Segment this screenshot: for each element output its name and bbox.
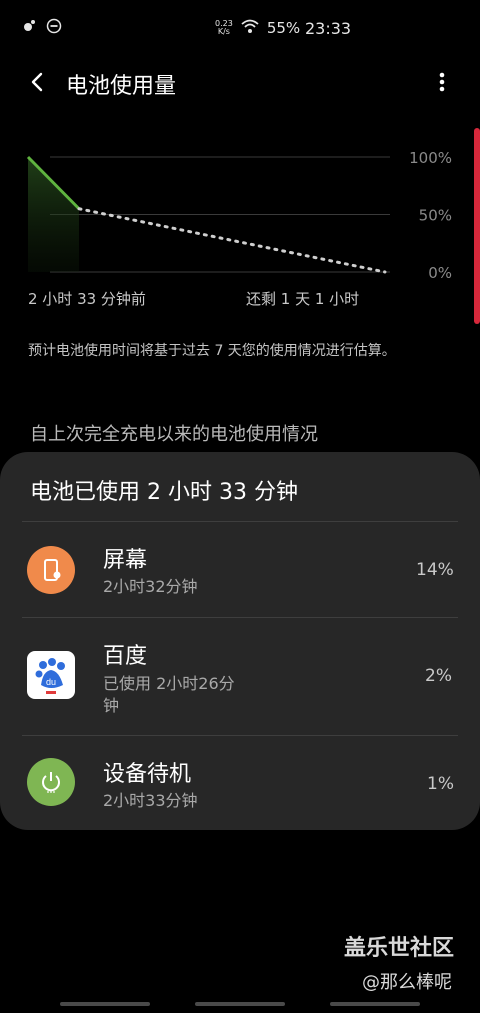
- chart-y-tick-label: 50%: [419, 207, 452, 225]
- chart-y-tick-label: 0%: [428, 264, 452, 282]
- app-bar: 电池使用量: [0, 58, 480, 106]
- baidu-icon: du: [27, 651, 75, 699]
- usage-item-baidu[interactable]: du 百度 已使用 2小时26分 钟 2%: [0, 618, 480, 735]
- power-icon: [27, 758, 75, 806]
- svg-text:du: du: [46, 677, 56, 687]
- usage-item-detail: 已使用 2小时26分 钟: [103, 674, 235, 715]
- battery-percent: 55%: [266, 19, 301, 37]
- usage-item-percent: 14%: [416, 560, 454, 580]
- battery-chart: 100% 50% 0%: [26, 149, 452, 282]
- status-right-icons: 0.23 K/s 55%: [215, 18, 300, 38]
- network-speed: 0.23 K/s: [215, 19, 233, 36]
- status-left-icons: [22, 18, 62, 38]
- watermark-title: 盖乐世社区: [344, 936, 455, 961]
- usage-item-detail: 2小时33分钟: [103, 791, 198, 810]
- nav-home-button[interactable]: [195, 1002, 285, 1006]
- usage-item-name: 屏幕: [103, 548, 148, 573]
- usage-item-standby[interactable]: 设备待机 2小时33分钟 1%: [0, 736, 480, 830]
- usage-item-name: 百度: [103, 644, 148, 669]
- chart-end-label: 还剩 1 天 1 小时: [246, 290, 360, 308]
- chart-predicted-line: [77, 207, 387, 274]
- chart-start-label: 2 小时 33 分钟前: [28, 290, 146, 308]
- more-options-button[interactable]: [430, 68, 454, 96]
- screen-icon: [27, 546, 75, 594]
- estimate-note: 预计电池使用时间将基于过去 7 天您的使用情况进行估算。: [28, 343, 396, 359]
- clock: 23:33: [305, 19, 352, 38]
- notification-icon: [22, 18, 38, 38]
- wifi-icon: [240, 18, 260, 38]
- usage-item-percent: 1%: [427, 774, 454, 794]
- section-title: 自上次完全充电以来的电池使用情况: [30, 424, 318, 445]
- nav-back-button[interactable]: [330, 1002, 420, 1006]
- do-not-disturb-icon: [46, 18, 62, 38]
- usage-item-name: 设备待机: [103, 762, 192, 787]
- usage-item-percent: 2%: [425, 666, 452, 686]
- more-vertical-icon: [439, 72, 445, 92]
- status-bar: 0.23 K/s 55% 23:33: [0, 0, 480, 58]
- page-title: 电池使用量: [66, 74, 177, 99]
- back-arrow-icon: [31, 72, 43, 92]
- usage-card: 电池已使用 2 小时 33 分钟 屏幕 2小时32分钟 14% du 百度 已使…: [0, 452, 480, 830]
- nav-recent-button[interactable]: [60, 1002, 150, 1006]
- usage-item-screen[interactable]: 屏幕 2小时32分钟 14%: [0, 522, 480, 618]
- watermark-user: @那么棒呢: [362, 972, 452, 993]
- chart-y-tick-label: 100%: [409, 149, 452, 167]
- usage-item-detail: 2小时32分钟: [103, 577, 198, 596]
- usage-card-title: 电池已使用 2 小时 33 分钟: [30, 480, 298, 505]
- back-button[interactable]: [24, 68, 52, 96]
- chart-actual-area: [28, 157, 79, 272]
